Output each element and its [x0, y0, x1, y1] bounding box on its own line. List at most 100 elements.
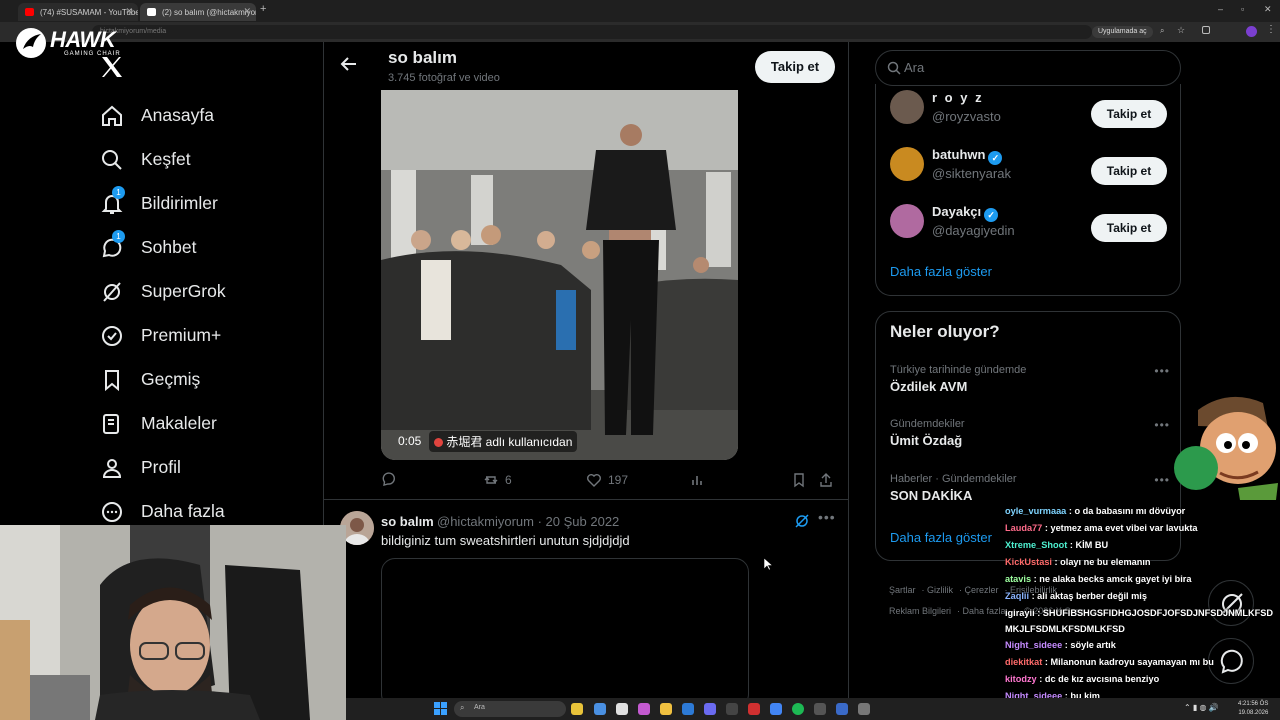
- suggestion-name[interactable]: r o y z: [932, 90, 984, 105]
- nav-messages[interactable]: 1 Sohbet: [100, 230, 196, 263]
- hawk-logo-icon: [16, 28, 46, 58]
- chat-message: oyle_vurmaaa : o da babasını mı dövüyor: [1005, 506, 1186, 516]
- retweet-button[interactable]: 6: [483, 472, 512, 488]
- more-options-icon[interactable]: •••: [818, 509, 836, 525]
- taskbar-clock[interactable]: 4:21:56 ÖS 19.08.2026: [1238, 700, 1268, 718]
- taskbar-app-icon[interactable]: [594, 703, 606, 715]
- taskbar-app-icon[interactable]: [726, 703, 738, 715]
- footer-link-cookies[interactable]: Çerezler: [965, 585, 999, 595]
- url-field[interactable]: hictakmiyorum/media: [92, 25, 1092, 39]
- footer-link-privacy[interactable]: Gizlilik: [927, 585, 953, 595]
- start-menu-icon[interactable]: [434, 702, 447, 715]
- search-box[interactable]: [875, 50, 1181, 86]
- tab-youtube[interactable]: (74) #SUSAMAM - YouTube ✕: [18, 3, 138, 21]
- tweet-author-name[interactable]: so balım: [381, 514, 434, 529]
- search-icon: ⌕: [460, 703, 465, 712]
- like-button[interactable]: 197: [586, 472, 628, 488]
- nav-profile[interactable]: Profil: [100, 453, 181, 483]
- chat-message: Zaqlii : ali aktaş berber değil miş: [1005, 591, 1147, 601]
- retweet-icon: [484, 476, 498, 484]
- follow-button[interactable]: Takip et: [1091, 100, 1167, 128]
- open-in-app-chip[interactable]: Uygulamada aç: [1092, 26, 1153, 38]
- show-more-link[interactable]: Daha fazla göster: [890, 530, 992, 545]
- taskbar-app-icon[interactable]: [571, 703, 583, 715]
- taskbar-app-icon[interactable]: [814, 703, 826, 715]
- browser-menu-icon[interactable]: ⋮: [1266, 24, 1276, 35]
- more-options-icon[interactable]: •••: [1154, 364, 1170, 378]
- suggestion-name[interactable]: Dayakçı ✓: [932, 204, 999, 222]
- nav-explore[interactable]: Keşfet: [100, 145, 191, 175]
- nav-more[interactable]: Daha fazla: [100, 497, 225, 527]
- trend-item[interactable]: Gündemdekiler Ümit Özdağ •••: [890, 418, 1170, 448]
- message-badge: 1: [112, 230, 125, 243]
- spotify-icon[interactable]: [792, 703, 804, 715]
- follow-button[interactable]: Takip et: [755, 51, 835, 83]
- extensions-icon[interactable]: [1202, 26, 1210, 34]
- nav-bookmarks[interactable]: Geçmiş: [100, 365, 200, 395]
- taskbar-app-icon[interactable]: [638, 703, 650, 715]
- reply-button[interactable]: [381, 472, 397, 488]
- trend-item[interactable]: Türkiye tarihinde gündemde Özdilek AVM •…: [890, 364, 1170, 394]
- x-favicon-icon: [147, 8, 156, 16]
- follow-button[interactable]: Takip et: [1091, 157, 1167, 185]
- back-arrow-icon[interactable]: [340, 55, 358, 78]
- trend-item[interactable]: Haberler · Gündemdekiler SON DAKİKA •••: [890, 473, 1170, 503]
- main-timeline: 0:05 赤堀君 adlı kullanıcıdan so balım 3.74…: [323, 42, 849, 698]
- nav-articles[interactable]: Makaleler: [100, 409, 217, 439]
- file-explorer-icon[interactable]: [660, 703, 672, 715]
- taskbar-app-icon[interactable]: [748, 703, 760, 715]
- follow-button[interactable]: Takip et: [1091, 214, 1167, 242]
- chrome-icon[interactable]: [770, 703, 782, 715]
- avatar[interactable]: [890, 90, 924, 124]
- maximize-icon[interactable]: ▫: [1241, 4, 1244, 14]
- search-input[interactable]: [904, 60, 1164, 75]
- articles-icon: [100, 412, 124, 436]
- video-attribution[interactable]: 赤堀君 adlı kullanıcıdan: [429, 431, 578, 452]
- verified-badge-icon: ✓: [984, 208, 999, 222]
- nav-notifications[interactable]: 1 Bildirimler: [100, 186, 218, 219]
- nav-premium[interactable]: Premium+: [100, 321, 221, 351]
- tab-x-profile[interactable]: (2) so balım (@hictakmiyorum) / ✕: [140, 3, 256, 21]
- new-tab-button[interactable]: +: [260, 3, 266, 15]
- taskbar-app-icon[interactable]: [836, 703, 848, 715]
- suggestion-name[interactable]: batuhwn ✓: [932, 147, 1003, 165]
- follow-suggestion[interactable]: r o y z @royzvasto Takip et: [876, 90, 1182, 140]
- avatar[interactable]: [890, 204, 924, 238]
- minimize-icon[interactable]: –: [1218, 4, 1223, 14]
- footer-link-terms[interactable]: Şartlar: [889, 585, 916, 595]
- zoom-icon[interactable]: ⌕: [1160, 26, 1164, 36]
- mouse-cursor-icon: [763, 557, 774, 576]
- more-icon: [100, 500, 124, 524]
- discord-icon[interactable]: [704, 703, 716, 715]
- video-player[interactable]: 0:05 赤堀君 adlı kullanıcıdan: [381, 90, 738, 460]
- taskbar-app-icon[interactable]: [616, 703, 628, 715]
- close-tab-icon[interactable]: ✕: [125, 6, 133, 17]
- views-button[interactable]: [689, 472, 705, 488]
- divider: [324, 499, 848, 500]
- avatar[interactable]: [890, 147, 924, 181]
- show-more-link[interactable]: Daha fazla göster: [890, 264, 992, 279]
- footer-link-ads-info[interactable]: Reklam Bilgileri: [889, 606, 951, 616]
- bookmark-button[interactable]: [791, 472, 807, 488]
- grok-icon[interactable]: [794, 513, 810, 534]
- close-window-icon[interactable]: ✕: [1264, 4, 1272, 15]
- star-icon[interactable]: ☆: [1177, 25, 1185, 36]
- x-logo-icon[interactable]: [100, 55, 124, 86]
- system-tray-icons[interactable]: ⌃ ▮ ◍ 🔊: [1184, 703, 1219, 712]
- follow-suggestion[interactable]: Dayakçı ✓ @dayagiyedin Takip et: [876, 204, 1182, 254]
- taskbar-app-icon[interactable]: [682, 703, 694, 715]
- stream-logo-title: HAWK: [50, 27, 116, 52]
- taskbar-search[interactable]: ⌕ Ara: [454, 701, 566, 717]
- nav-home[interactable]: Anasayfa: [100, 101, 214, 131]
- profile-avatar[interactable]: [1246, 26, 1257, 37]
- tweet-media[interactable]: [381, 558, 749, 698]
- tweet-author-handle[interactable]: @hictakmiyorum · 20 Şub 2022: [437, 514, 619, 529]
- taskbar-app-icon[interactable]: [858, 703, 870, 715]
- premium-icon: [100, 324, 124, 348]
- close-tab-icon[interactable]: ✕: [243, 6, 251, 17]
- follow-suggestion[interactable]: batuhwn ✓ @siktenyarak Takip et: [876, 147, 1182, 197]
- stream-chat-overlay: oyle_vurmaaa : o da babasını mı dövüyor …: [1005, 503, 1280, 705]
- nav-supergrok[interactable]: SuperGrok: [100, 277, 226, 307]
- chat-message: Night_sideee : söyle artık: [1005, 640, 1116, 650]
- share-button[interactable]: [818, 472, 834, 488]
